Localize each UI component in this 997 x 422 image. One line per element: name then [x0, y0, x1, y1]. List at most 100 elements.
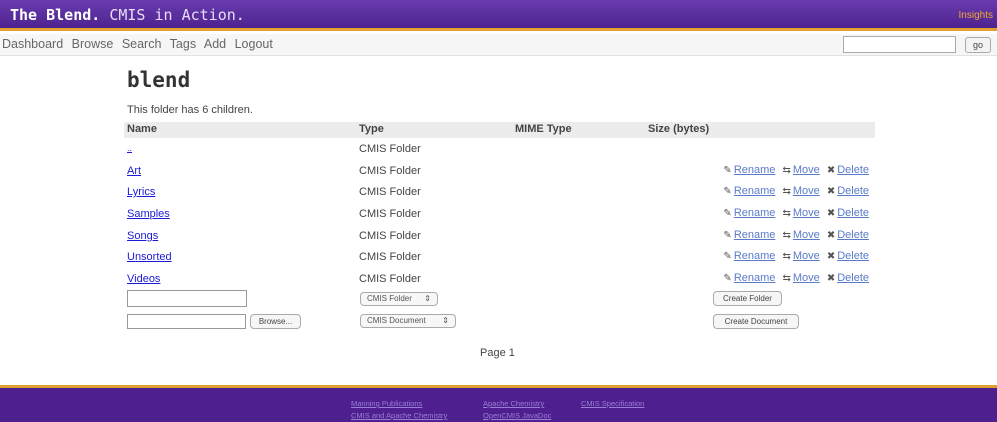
children-count: This folder has 6 children.: [127, 104, 253, 116]
delete-icon: ✖: [826, 251, 836, 262]
table-row: Samples CMIS Folder ✎ Rename ⇆ Move ✖ Delet…: [124, 206, 875, 226]
rename-icon: ✎: [723, 165, 732, 176]
app-header: The Blend. CMIS in Action. Insights: [0, 0, 997, 31]
table-row: Unsorted CMIS Folder ✎ Rename ⇆ Move ✖ Dele…: [124, 249, 875, 269]
delete-icon: ✖: [826, 208, 836, 219]
delete-link[interactable]: Delete: [837, 164, 869, 176]
column-mime-type: MIME Type: [515, 123, 572, 135]
row-type: CMIS Folder: [359, 186, 421, 198]
move-icon: ⇆: [782, 165, 791, 176]
parent-folder-link[interactable]: ..: [127, 143, 132, 153]
delete-link[interactable]: Delete: [837, 185, 869, 197]
document-type-select[interactable]: CMIS Document ⇕: [360, 314, 456, 328]
file-path-input[interactable]: [127, 314, 246, 329]
delete-icon: ✖: [826, 273, 836, 284]
delete-link[interactable]: Delete: [837, 229, 869, 241]
delete-link[interactable]: Delete: [837, 250, 869, 262]
rename-link[interactable]: Rename: [734, 229, 776, 241]
table-row: Songs CMIS Folder ✎ Rename ⇆ Move ✖ Delete: [124, 228, 875, 248]
folder-type-value: CMIS Folder: [367, 294, 412, 303]
footer-link-cmis-spec[interactable]: CMIS Specification: [581, 399, 644, 408]
search-input[interactable]: [843, 36, 956, 53]
move-link[interactable]: Move: [793, 229, 820, 241]
row-actions: ✎ Rename ⇆ Move ✖ Delete: [723, 164, 873, 176]
move-icon: ⇆: [782, 273, 791, 284]
table-row-parent: .. CMIS Folder: [124, 141, 875, 161]
folder-link[interactable]: Lyrics: [127, 186, 155, 198]
footer-link-manning[interactable]: Manning Publications: [351, 399, 422, 408]
delete-icon: ✖: [826, 165, 836, 176]
nav-tags[interactable]: Tags: [170, 37, 196, 51]
table-header: Name Type MIME Type Size (bytes): [124, 122, 875, 138]
rename-icon: ✎: [723, 251, 732, 262]
column-size: Size (bytes): [648, 123, 710, 135]
document-type-value: CMIS Document: [367, 316, 426, 325]
move-link[interactable]: Move: [793, 272, 820, 284]
folder-link[interactable]: Samples: [127, 208, 170, 220]
move-link[interactable]: Move: [793, 164, 820, 176]
nav-links: Dashboard Browse Search Tags Add Logout: [2, 37, 278, 51]
select-arrows-icon: ⇕: [442, 316, 449, 325]
move-link[interactable]: Move: [793, 250, 820, 262]
rename-link[interactable]: Rename: [734, 207, 776, 219]
nav-search[interactable]: Search: [122, 37, 162, 51]
folder-type-select[interactable]: CMIS Folder ⇕: [360, 292, 438, 306]
nav-dashboard[interactable]: Dashboard: [2, 37, 63, 51]
column-type: Type: [359, 123, 384, 135]
row-actions: ✎ Rename ⇆ Move ✖ Delete: [723, 229, 873, 241]
page-indicator: Page 1: [480, 347, 515, 359]
column-name: Name: [127, 123, 157, 135]
nav-browse[interactable]: Browse: [72, 37, 114, 51]
row-actions: ✎ Rename ⇆ Move ✖ Delete: [723, 272, 873, 284]
rename-icon: ✎: [723, 186, 732, 197]
row-type: CMIS Folder: [359, 165, 421, 177]
delete-link[interactable]: Delete: [837, 207, 869, 219]
folder-link[interactable]: Unsorted: [127, 251, 172, 263]
delete-icon: ✖: [826, 230, 836, 241]
rename-icon: ✎: [723, 208, 732, 219]
footer-link-cmis-chemistry[interactable]: CMIS and Apache Chemistry: [351, 411, 447, 420]
row-actions: ✎ Rename ⇆ Move ✖ Delete: [723, 185, 873, 197]
select-arrows-icon: ⇕: [424, 294, 431, 303]
move-icon: ⇆: [782, 186, 791, 197]
insights-link[interactable]: Insights: [959, 10, 993, 21]
rename-link[interactable]: Rename: [734, 272, 776, 284]
row-type: CMIS Folder: [359, 143, 421, 155]
app-brand[interactable]: The Blend. CMIS in Action.: [10, 6, 245, 24]
delete-link[interactable]: Delete: [837, 272, 869, 284]
footer: Manning Publications Apache Chemistry CM…: [0, 385, 997, 422]
row-type: CMIS Folder: [359, 208, 421, 220]
browse-button[interactable]: Browse...: [250, 314, 301, 329]
create-document-button[interactable]: Create Document: [713, 314, 799, 329]
row-type: CMIS Folder: [359, 230, 421, 242]
footer-link-chemistry[interactable]: Apache Chemistry: [483, 399, 544, 408]
go-button[interactable]: go: [965, 37, 991, 53]
row-actions: ✎ Rename ⇆ Move ✖ Delete: [723, 250, 873, 262]
rename-link[interactable]: Rename: [734, 164, 776, 176]
row-type: CMIS Folder: [359, 273, 421, 285]
nav-add[interactable]: Add: [204, 37, 226, 51]
row-actions: ✎ Rename ⇆ Move ✖ Delete: [723, 207, 873, 219]
nav-bar: Dashboard Browse Search Tags Add Logout …: [0, 34, 997, 56]
rename-link[interactable]: Rename: [734, 250, 776, 262]
table-row: Art CMIS Folder ✎ Rename ⇆ Move ✖ Delete: [124, 163, 875, 183]
nav-logout[interactable]: Logout: [235, 37, 273, 51]
footer-link-javadoc[interactable]: OpenCMIS JavaDoc: [483, 411, 551, 420]
rename-icon: ✎: [723, 230, 732, 241]
move-icon: ⇆: [782, 251, 791, 262]
table-row: Videos CMIS Folder ✎ Rename ⇆ Move ✖ Delete: [124, 271, 875, 291]
rename-link[interactable]: Rename: [734, 185, 776, 197]
table-row: Lyrics CMIS Folder ✎ Rename ⇆ Move ✖ Delete: [124, 184, 875, 204]
new-folder-name-input[interactable]: [127, 290, 247, 307]
delete-icon: ✖: [826, 186, 836, 197]
folder-link[interactable]: Videos: [127, 273, 160, 285]
row-type: CMIS Folder: [359, 251, 421, 263]
move-link[interactable]: Move: [793, 207, 820, 219]
brand-name: The Blend.: [10, 6, 101, 24]
folder-link[interactable]: Songs: [127, 230, 158, 242]
folder-link[interactable]: Art: [127, 165, 141, 177]
create-folder-button[interactable]: Create Folder: [713, 291, 782, 306]
brand-tagline: CMIS in Action.: [100, 6, 245, 24]
move-link[interactable]: Move: [793, 185, 820, 197]
folder-title: blend: [127, 68, 191, 92]
